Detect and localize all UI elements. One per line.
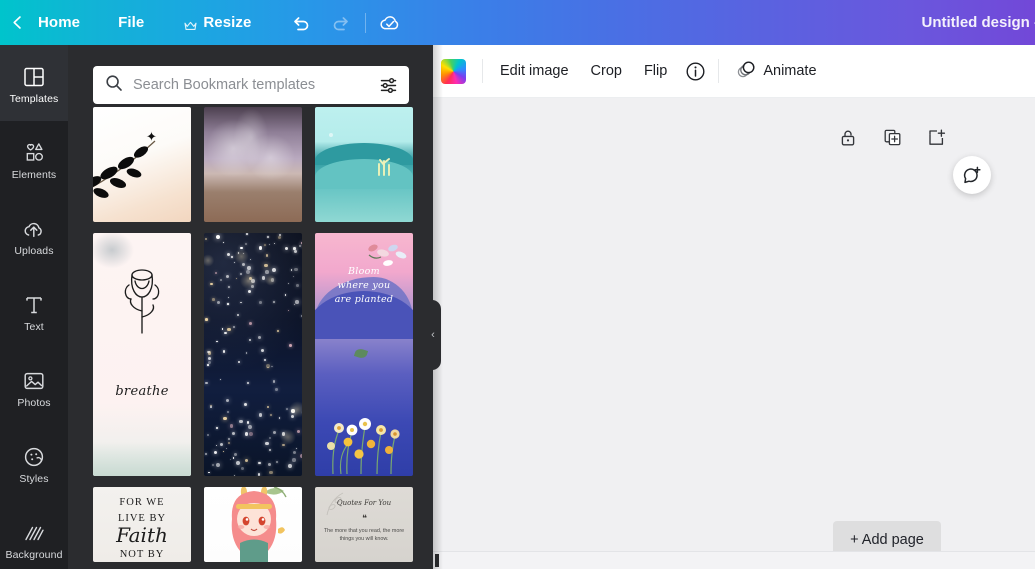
undo-button[interactable] xyxy=(281,0,321,45)
add-comment-button[interactable] xyxy=(953,156,991,194)
back-button[interactable] xyxy=(0,0,34,45)
toolbar-divider xyxy=(482,59,483,83)
upload-cloud-icon xyxy=(22,214,46,240)
quote-heading: Quotes For You xyxy=(336,499,392,507)
quote-body: The more that you read, the more things … xyxy=(323,528,405,543)
templates-panel: ✦ xyxy=(68,45,433,569)
templates-icon xyxy=(23,62,45,88)
sidebar-item-background[interactable]: Background xyxy=(0,501,68,569)
lock-icon xyxy=(841,130,855,145)
resize-label: Resize xyxy=(203,14,252,31)
template-card-rose-breathe[interactable]: breathe xyxy=(93,233,191,476)
cloud-check-icon xyxy=(380,15,399,29)
animate-icon xyxy=(736,59,756,83)
left-sidebar: Templates Elements Uploads Text Photos S… xyxy=(0,45,68,569)
background-icon xyxy=(23,518,45,544)
toolbar-divider xyxy=(365,12,367,33)
object-toolbar: Edit image Crop Flip Animate xyxy=(433,45,1035,98)
template-card-sea-coral[interactable] xyxy=(315,107,413,222)
info-circle-icon xyxy=(686,61,705,81)
edit-image-label: Edit image xyxy=(500,63,569,79)
sidebar-label-background: Background xyxy=(5,548,63,561)
template-card-reading-quote[interactable]: Quotes For You ❝ The more that you read,… xyxy=(315,487,413,562)
flip-button[interactable]: Flip xyxy=(633,54,678,88)
editor-area: Edit image Crop Flip Animate xyxy=(433,45,1035,569)
chevron-left-icon xyxy=(12,16,21,29)
quote-mark-icon: ❝ xyxy=(362,513,367,523)
animate-button[interactable]: Animate xyxy=(725,54,827,88)
duplicate-page-icon xyxy=(884,129,900,145)
page-tools xyxy=(836,125,948,149)
sidebar-item-elements[interactable]: Elements xyxy=(0,121,68,197)
template-card-black-leaves[interactable]: ✦ xyxy=(93,107,191,222)
file-menu-button[interactable]: File xyxy=(102,0,170,45)
saved-status-button[interactable] xyxy=(370,0,410,45)
duplicate-page-button[interactable] xyxy=(880,125,904,149)
tune-sliders-icon[interactable] xyxy=(377,74,399,96)
undo-icon xyxy=(294,16,309,30)
document-title[interactable]: Untitled design - xyxy=(922,14,1035,31)
sidebar-label-elements: Elements xyxy=(11,168,57,181)
faith-line-4: NOT BY xyxy=(119,549,165,560)
add-page-label: + Add page xyxy=(850,531,924,548)
home-label: Home xyxy=(38,14,81,31)
collapse-panel-button[interactable]: ‹ xyxy=(425,300,441,370)
elements-icon xyxy=(22,138,46,164)
sidebar-label-templates: Templates xyxy=(9,92,59,105)
sidebar-item-uploads[interactable]: Uploads xyxy=(0,197,68,273)
search-input[interactable] xyxy=(123,77,377,93)
home-button[interactable]: Home xyxy=(34,0,102,45)
sidebar-label-text: Text xyxy=(24,320,44,333)
search-bar xyxy=(93,66,409,104)
faith-line-3: Faith xyxy=(116,523,168,547)
redo-icon xyxy=(334,16,349,30)
crop-button[interactable]: Crop xyxy=(580,54,633,88)
text-icon xyxy=(24,290,44,316)
template-card-starry-night[interactable] xyxy=(204,233,302,476)
lock-page-button[interactable] xyxy=(836,125,860,149)
flip-label: Flip xyxy=(643,63,668,79)
crown-icon xyxy=(184,18,197,30)
sidebar-item-styles[interactable]: Styles xyxy=(0,425,68,501)
image-info-button[interactable] xyxy=(678,54,712,88)
sidebar-label-photos: Photos xyxy=(17,396,51,409)
palette-icon xyxy=(23,442,45,468)
template-row: FOR WE LIVE BY Faith NOT BY Quotes For Y… xyxy=(93,487,433,562)
animate-label: Animate xyxy=(763,63,817,79)
sidebar-label-uploads: Uploads xyxy=(14,244,54,257)
faith-line-1: FOR WE xyxy=(119,497,165,508)
photo-icon xyxy=(23,366,45,392)
status-marker xyxy=(435,554,439,567)
template-row: ✦ xyxy=(93,107,433,222)
add-page-icon xyxy=(928,129,945,145)
template-text-breathe: breathe xyxy=(115,384,169,399)
resize-button[interactable]: Resize xyxy=(170,0,265,45)
template-row: breathe Bloom where you are planted xyxy=(93,233,433,476)
sparkle-icon: ✦ xyxy=(146,129,157,144)
template-card-lavender-beach[interactable] xyxy=(204,107,302,222)
template-card-anime-girl[interactable] xyxy=(204,487,302,562)
toolbar-divider xyxy=(718,59,720,83)
template-grid: ✦ breathe Bloom where you are planted FO… xyxy=(93,107,433,569)
template-card-bloom-where-planted[interactable]: Bloom where you are planted xyxy=(315,233,413,476)
search-icon xyxy=(105,74,123,97)
crop-label: Crop xyxy=(590,63,622,79)
top-toolbar: Home File Resize Untitled design - xyxy=(0,0,1035,45)
sidebar-item-text[interactable]: Text xyxy=(0,273,68,349)
file-label: File xyxy=(118,14,145,31)
sidebar-item-templates[interactable]: Templates xyxy=(0,45,68,121)
sidebar-item-photos[interactable]: Photos xyxy=(0,349,68,425)
chevron-left-icon: ‹ xyxy=(431,329,435,341)
bottom-status-bar xyxy=(433,551,1035,569)
edit-image-button[interactable]: Edit image xyxy=(489,54,580,88)
redo-button[interactable] xyxy=(321,0,361,45)
sidebar-label-styles: Styles xyxy=(19,472,49,485)
canva-editor-window: Home File Resize Untitled design - Templ… xyxy=(0,0,1035,569)
template-text-bloom: Bloom where you are planted xyxy=(334,266,394,305)
rainbow-color-swatch[interactable] xyxy=(441,58,466,84)
add-page-icon-button[interactable] xyxy=(924,125,948,149)
add-comment-icon xyxy=(963,166,981,184)
template-card-live-by-faith[interactable]: FOR WE LIVE BY Faith NOT BY xyxy=(93,487,191,562)
